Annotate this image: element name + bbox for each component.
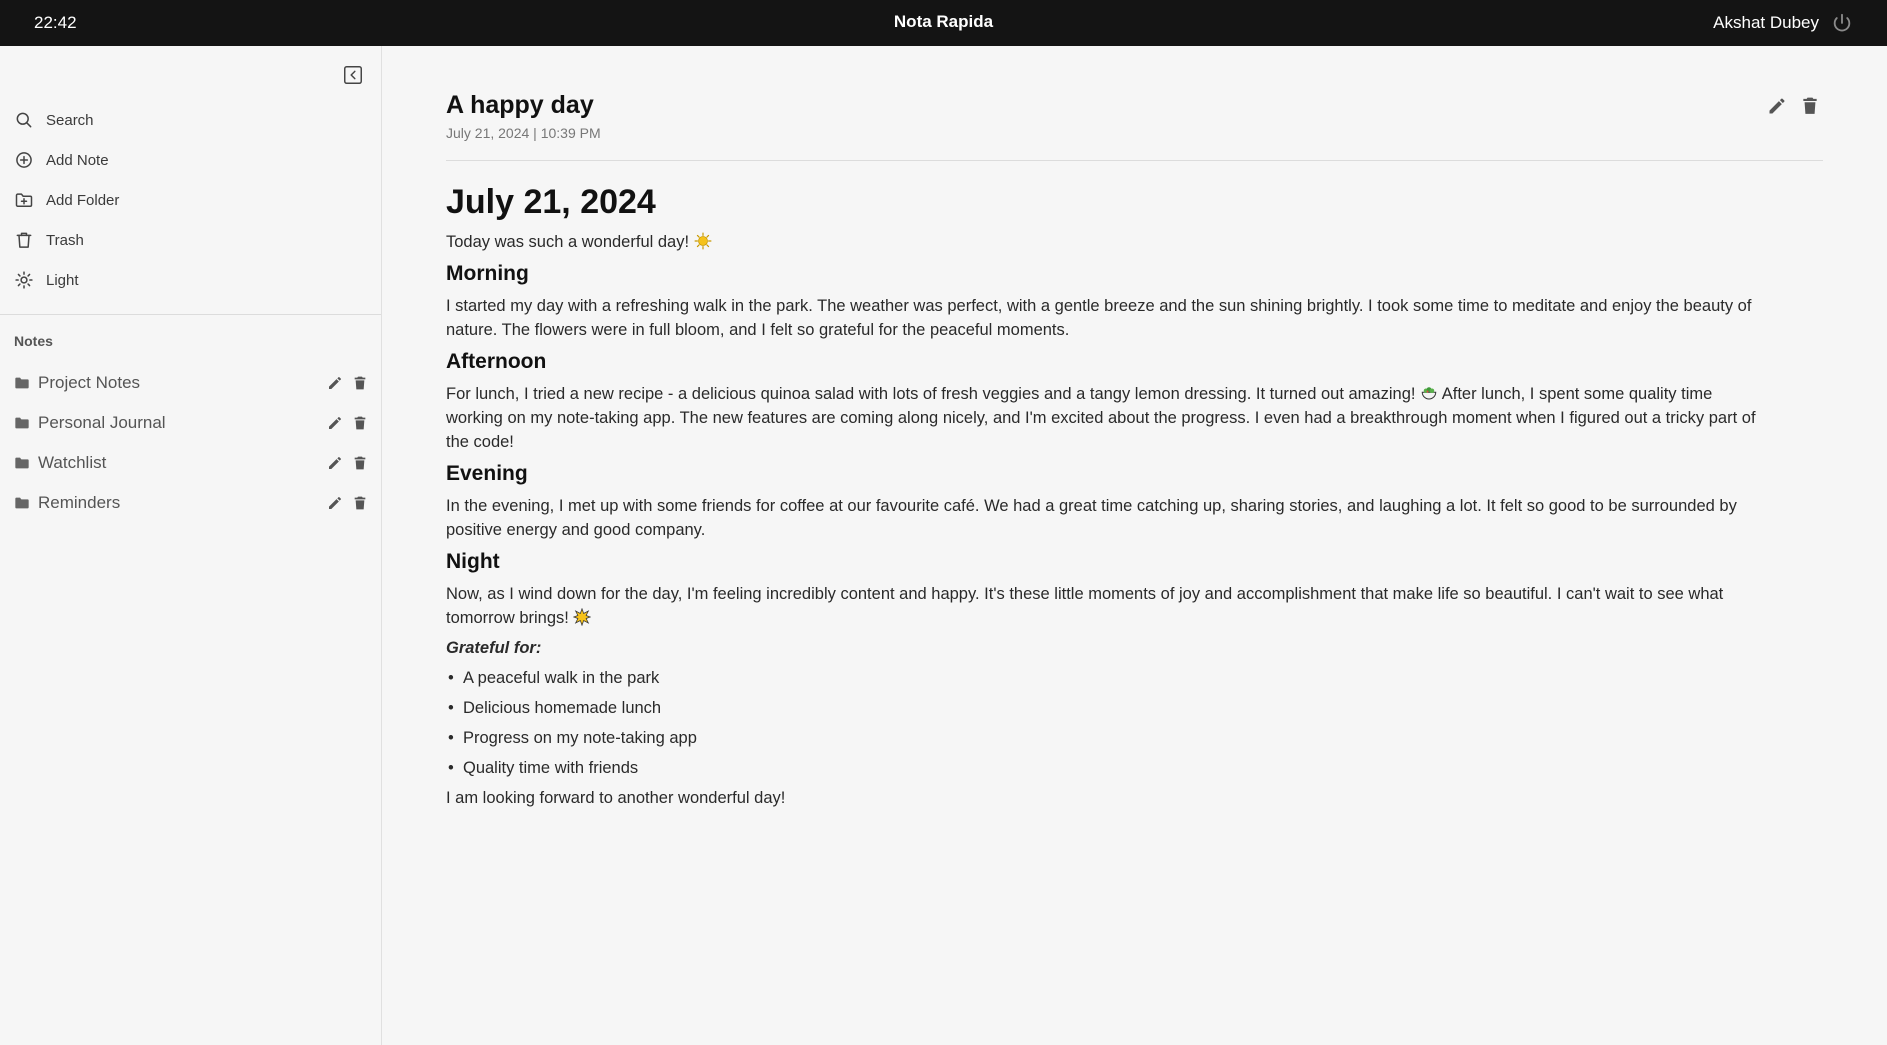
note-intro: Today was such a wonderful day! <box>446 230 1756 254</box>
folder-name: Personal Journal <box>38 413 166 432</box>
grateful-label: Grateful for: <box>446 639 542 657</box>
sidebar-item-label: Light <box>46 271 79 289</box>
plus-circle-icon <box>16 152 32 168</box>
note-actions <box>1767 95 1820 117</box>
app-title: Nota Rapida <box>893 12 994 31</box>
sidebar-divider <box>0 314 381 315</box>
section-heading-evening: Evening <box>446 462 528 485</box>
sidebar-item-light[interactable]: Light <box>0 260 382 300</box>
collapse-sidebar-icon[interactable] <box>342 64 364 86</box>
folder-plus-icon <box>15 193 33 207</box>
folder-item-reminders[interactable]: Reminders <box>0 483 382 523</box>
folder-icon <box>15 457 29 469</box>
folder-item-watchlist[interactable]: Watchlist <box>0 443 382 483</box>
note-timestamp: July 21, 2024 | 10:39 PM <box>446 125 601 141</box>
trash-icon[interactable] <box>352 375 368 391</box>
folder-icon <box>15 377 29 389</box>
trash-icon <box>16 232 32 248</box>
list-item: A peaceful walk in the park <box>446 666 1756 690</box>
section-text-evening: In the evening, I met up with some frien… <box>446 497 1737 539</box>
pencil-icon[interactable] <box>327 415 343 431</box>
trash-icon[interactable] <box>1800 95 1820 117</box>
folder-icon <box>15 417 29 429</box>
sidebar: Search Add Note Add Folder Trash Light N… <box>0 46 382 1045</box>
folder-icon <box>15 497 29 509</box>
sparkle-emoji-icon <box>573 608 592 626</box>
section-text-morning: I started my day with a refreshing walk … <box>446 297 1752 339</box>
top-bar: 22:42 Nota Rapida Akshat Dubey <box>0 0 1887 46</box>
folder-item-project-notes[interactable]: Project Notes <box>0 363 382 403</box>
folder-name: Reminders <box>38 493 121 512</box>
list-item: Progress on my note-taking app <box>446 726 1756 750</box>
section-heading-afternoon: Afternoon <box>446 350 547 373</box>
grateful-list: A peaceful walk in the park Delicious ho… <box>446 666 1756 780</box>
note-closing: I am looking forward to another wonderfu… <box>446 789 786 807</box>
sidebar-item-trash[interactable]: Trash <box>0 220 382 260</box>
sidebar-item-label: Add Folder <box>46 191 120 209</box>
sidebar-item-label: Search <box>46 111 94 129</box>
sidebar-item-label: Add Note <box>46 151 109 169</box>
note-heading: July 21, 2024 <box>446 183 656 221</box>
trash-icon[interactable] <box>352 495 368 511</box>
sidebar-item-label: Trash <box>46 231 84 249</box>
sidebar-menu: Search Add Note Add Folder Trash Light <box>0 100 382 300</box>
trash-icon[interactable] <box>352 415 368 431</box>
trash-icon[interactable] <box>352 455 368 471</box>
note-body: July 21, 2024 Today was such a wonderful… <box>446 182 1756 816</box>
pencil-icon[interactable] <box>1767 95 1787 117</box>
section-heading-morning: Morning <box>446 262 529 285</box>
sidebar-item-add-folder[interactable]: Add Folder <box>0 180 382 220</box>
sidebar-item-search[interactable]: Search <box>0 100 382 140</box>
power-icon[interactable] <box>1831 12 1853 34</box>
note-title: A happy day <box>446 91 594 119</box>
pencil-icon[interactable] <box>327 495 343 511</box>
folder-name: Watchlist <box>38 453 107 472</box>
header-divider <box>446 160 1823 161</box>
folder-name: Project Notes <box>38 373 141 392</box>
search-icon <box>16 112 32 128</box>
pencil-icon[interactable] <box>327 375 343 391</box>
salad-emoji-icon <box>1421 387 1437 400</box>
clock: 22:42 <box>34 13 77 32</box>
sun-emoji-icon <box>694 232 712 250</box>
user-name[interactable]: Akshat Dubey <box>1713 13 1819 33</box>
folder-list: Project Notes Personal Journal Watchlist… <box>0 363 382 523</box>
list-item: Quality time with friends <box>446 756 1756 780</box>
section-text-afternoon: For lunch, I tried a new recipe - a deli… <box>446 385 1756 451</box>
section-heading-night: Night <box>446 550 500 573</box>
notes-section-heading: Notes <box>14 333 53 349</box>
list-item: Delicious homemade lunch <box>446 696 1756 720</box>
section-text-night: Now, as I wind down for the day, I'm fee… <box>446 585 1724 627</box>
sidebar-item-add-note[interactable]: Add Note <box>0 140 382 180</box>
folder-item-personal-journal[interactable]: Personal Journal <box>0 403 382 443</box>
note-view: A happy day July 21, 2024 | 10:39 PM Jul… <box>383 46 1887 1045</box>
sun-icon <box>15 271 33 289</box>
pencil-icon[interactable] <box>327 455 343 471</box>
